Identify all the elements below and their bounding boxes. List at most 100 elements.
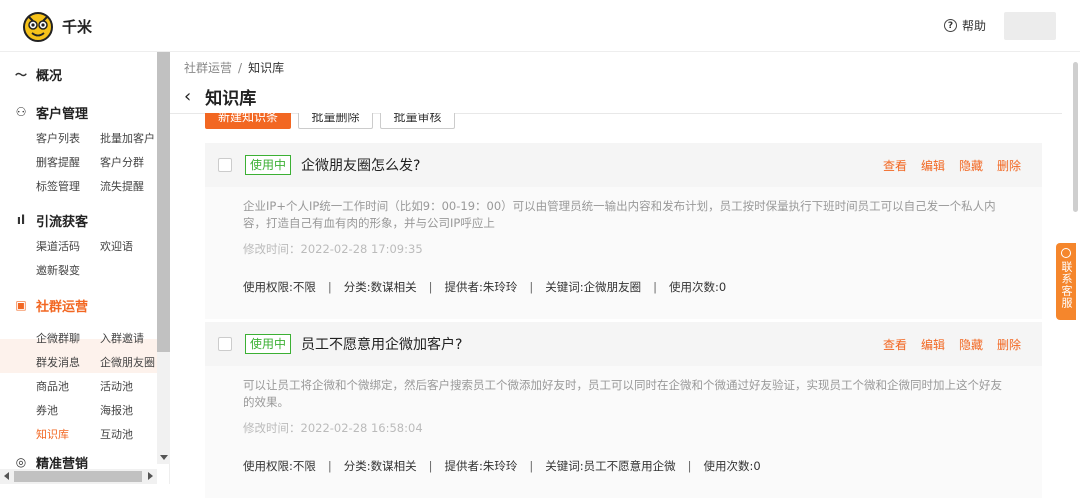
entry-category: 分类:数谋相关 [343, 280, 417, 294]
entry-provider: 提供者:朱玲玲 [444, 459, 518, 473]
chart-line-icon: 〜 [14, 67, 27, 82]
sidebar-group-head[interactable]: ⚇ 客户管理 [0, 102, 157, 122]
knowledge-entry: 使用中 员工不愿意用企微加客户? 查看 编辑 隐藏 删除 可以让员工将企微和个微… [205, 322, 1042, 498]
sidebar-item[interactable]: 欢迎语 [100, 235, 164, 259]
breadcrumb-current: 知识库 [248, 61, 285, 75]
sidebar-group-customers: ⚇ 客户管理 客户列表 批量加客户 删客提醒 客户分群 标签管理 流失提醒 [0, 102, 157, 199]
sidebar-group-label: 客户管理 [36, 106, 89, 122]
edit-link[interactable]: 编辑 [921, 336, 945, 353]
sidebar-item[interactable]: 企微朋友圈 [100, 351, 164, 375]
delete-link[interactable]: 删除 [997, 157, 1021, 174]
sidebar-item[interactable]: 群发消息 [36, 351, 100, 375]
view-link[interactable]: 查看 [883, 157, 907, 174]
sidebar-item[interactable]: 邀新裂变 [36, 259, 100, 283]
entry-checkbox[interactable] [218, 158, 232, 172]
main-scrollbar-thumb[interactable] [1073, 62, 1078, 212]
contact-service-label: 联系客服 [1060, 261, 1073, 309]
users-icon: ⚇ [15, 105, 27, 119]
new-entry-button[interactable]: 新建知识条 [205, 113, 291, 129]
sidebar-horizontal-scrollbar-thumb[interactable] [14, 471, 142, 482]
status-badge: 使用中 [245, 334, 292, 354]
sidebar-item-current[interactable]: 知识库 [36, 423, 100, 447]
user-avatar[interactable] [1004, 12, 1056, 40]
sidebar-item[interactable]: 入群邀请 [100, 327, 164, 351]
bar-chart-icon: ıl [16, 213, 26, 227]
sidebar-group-community: ▣ 社群运营 企微群聊 入群邀请 群发消息 企微朋友圈 商品池 活动池 券池 海… [0, 295, 157, 447]
sidebar-group-head[interactable]: ▣ 社群运营 [0, 295, 157, 315]
sidebar-group-label: 引流获客 [36, 214, 89, 230]
help-link[interactable]: ? 帮助 [944, 17, 986, 34]
sidebar-item[interactable]: 客户分群 [100, 151, 164, 175]
entry-actions: 查看 编辑 隐藏 删除 [883, 157, 1021, 174]
sidebar-group-label: 概况 [36, 68, 63, 84]
sidebar-item[interactable]: 商品池 [36, 375, 100, 399]
sidebar-group-head[interactable]: 〜 概况 [0, 64, 157, 84]
knowledge-entry: 使用中 企微朋友圈怎么发? 查看 编辑 隐藏 删除 企业IP+个人IP统一工作时… [205, 143, 1042, 319]
page-title: 知识库 [205, 89, 257, 109]
entry-meta: 使用权限:不限 | 分类:数谋相关 | 提供者:朱玲玲 | 关键词:员工不愿意用企微 | 使用次… [243, 459, 761, 473]
entry-header: 使用中 企微朋友圈怎么发? 查看 编辑 隐藏 删除 [205, 143, 1042, 187]
sidebar-group-acquisition: ıl 引流获客 渠道活码 欢迎语 邀新裂变 [0, 210, 157, 283]
entry-body: 可以让员工将企微和个微绑定，然后客户搜索员工个微添加好友时，员工可以同时在企微和… [205, 366, 1042, 498]
entry-modified-time: 修改时间：2022-02-28 16:58:04 [243, 421, 423, 435]
sidebar-group-overview[interactable]: 〜 概况 [0, 64, 157, 84]
scroll-down-arrow-icon[interactable] [160, 455, 168, 460]
entry-answer: 企业IP+个人IP统一工作时间（比如9：00-19：00）可以由管理员统一输出内… [243, 199, 996, 230]
back-arrow-icon[interactable]: ‹ [184, 86, 191, 107]
entry-provider: 提供者:朱玲玲 [444, 280, 518, 294]
entry-question: 企微朋友圈怎么发? [301, 158, 421, 174]
sidebar-item[interactable]: 删客提醒 [36, 151, 100, 175]
scroll-right-arrow-icon[interactable] [148, 472, 153, 480]
breadcrumb-separator: / [238, 61, 243, 75]
entry-category: 分类:数谋相关 [343, 459, 417, 473]
sidebar-item[interactable]: 券池 [36, 399, 100, 423]
brand-name: 千米 [62, 18, 93, 36]
entry-answer: 可以让员工将企微和个微绑定，然后客户搜索员工个微添加好友时，员工可以同时在企微和… [243, 378, 1002, 409]
entry-checkbox[interactable] [218, 337, 232, 351]
entry-meta: 使用权限:不限 | 分类:数谋相关 | 提供者:朱玲玲 | 关键词:企微朋友圈 | 使用次数:0 [243, 280, 727, 294]
breadcrumb: 社群运营 / 知识库 [184, 59, 284, 76]
delete-link[interactable]: 删除 [997, 336, 1021, 353]
target-icon: ◎ [15, 455, 27, 469]
help-label: 帮助 [962, 19, 987, 33]
toolbar: 新建知识条 批量删除 批量审核 [205, 113, 505, 129]
logo-icon [23, 12, 53, 42]
sidebar-item[interactable]: 批量加客户 [100, 127, 164, 151]
sidebar-item[interactable]: 渠道活码 [36, 235, 100, 259]
group-chat-icon: ▣ [15, 298, 27, 312]
scroll-left-arrow-icon[interactable] [4, 472, 9, 480]
hide-link[interactable]: 隐藏 [959, 157, 983, 174]
sidebar-item[interactable]: 标签管理 [36, 175, 100, 199]
entry-usage: 使用次数:0 [703, 459, 761, 473]
top-bar: 千米 ? 帮助 [0, 0, 1080, 52]
contact-service-button[interactable]: 联系客服 [1056, 243, 1076, 320]
view-link[interactable]: 查看 [883, 336, 907, 353]
sidebar-item[interactable]: 企微群聊 [36, 327, 100, 351]
entry-permission: 使用权限:不限 [243, 459, 316, 473]
entry-body: 企业IP+个人IP统一工作时间（比如9：00-19：00）可以由管理员统一输出内… [205, 187, 1042, 319]
sidebar-scrollbar-thumb[interactable] [157, 52, 170, 352]
entry-permission: 使用权限:不限 [243, 280, 316, 294]
sidebar: 〜 概况 ⚇ 客户管理 客户列表 批量加客户 删客提醒 客户分群 标签管理 流失… [0, 52, 170, 484]
batch-delete-button[interactable]: 批量删除 [298, 113, 373, 129]
sidebar-group-label: 社群运营 [36, 299, 89, 315]
edit-link[interactable]: 编辑 [921, 157, 945, 174]
entry-keywords: 关键词:员工不愿意用企微 [545, 459, 676, 473]
entry-question: 员工不愿意用企微加客户? [301, 337, 463, 353]
sidebar-group-head[interactable]: ıl 引流获客 [0, 210, 157, 230]
sidebar-item[interactable]: 海报池 [100, 399, 164, 423]
sidebar-item[interactable]: 互动池 [100, 423, 164, 447]
entry-modified-time: 修改时间：2022-02-28 17:09:35 [243, 242, 423, 256]
batch-review-button[interactable]: 批量审核 [380, 113, 455, 129]
entry-header: 使用中 员工不愿意用企微加客户? 查看 编辑 隐藏 删除 [205, 322, 1042, 366]
status-badge: 使用中 [245, 155, 292, 175]
sidebar-item[interactable]: 流失提醒 [100, 175, 164, 199]
breadcrumb-parent[interactable]: 社群运营 [184, 61, 232, 75]
sidebar-item[interactable]: 活动池 [100, 375, 164, 399]
entry-actions: 查看 编辑 隐藏 删除 [883, 336, 1021, 353]
entry-usage: 使用次数:0 [669, 280, 727, 294]
entry-keywords: 关键词:企微朋友圈 [545, 280, 642, 294]
sidebar-item[interactable]: 客户列表 [36, 127, 100, 151]
hide-link[interactable]: 隐藏 [959, 336, 983, 353]
help-icon: ? [944, 19, 957, 32]
